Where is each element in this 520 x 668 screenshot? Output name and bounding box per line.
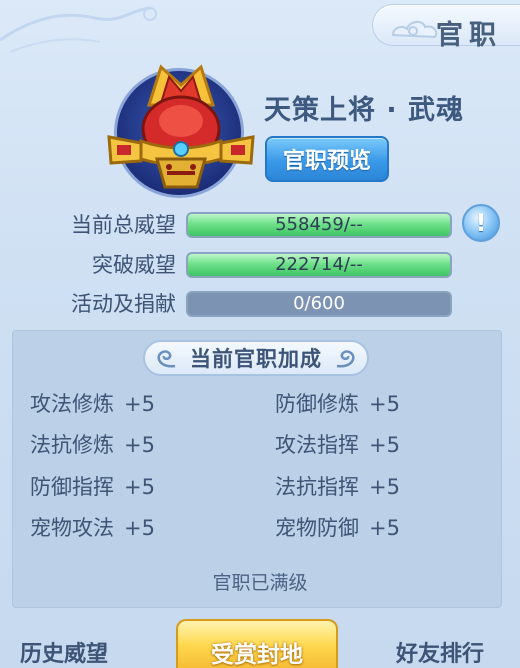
bonus-item: 防御修炼 +5: [275, 388, 400, 418]
bonus-name: 防御指挥: [30, 475, 114, 499]
bonus-title: 当前官职加成: [190, 347, 322, 371]
bonus-item: 宠物防御 +5: [275, 512, 400, 542]
stat-row-total-prestige: 当前总威望 558459/--: [0, 210, 520, 240]
bonus-name: 法抗修炼: [30, 433, 114, 457]
bonus-value: +5: [124, 392, 155, 416]
bonus-value: +5: [369, 392, 400, 416]
swirl-right-icon: [336, 350, 355, 368]
bonus-item: 法抗指挥 +5: [275, 471, 400, 501]
bonus-name: 法抗指挥: [275, 475, 359, 499]
stat-label: 突破威望: [92, 253, 176, 277]
tab-friend-ranking[interactable]: 好友排行: [396, 636, 484, 668]
bonus-header: 当前官职加成: [143, 340, 369, 376]
bonus-item: 防御指挥 +5: [30, 471, 155, 501]
bonus-value: +5: [369, 433, 400, 457]
progress-bar-activity-donation: 0/600: [186, 291, 452, 317]
bonus-name: 宠物防御: [275, 516, 359, 540]
max-level-status: 官职已满级: [212, 572, 308, 594]
bonus-name: 宠物攻法: [30, 516, 114, 540]
bonus-item: 法抗修炼 +5: [30, 429, 155, 459]
rank-preview-button[interactable]: 官职预览: [265, 136, 389, 182]
helmet-icon: [107, 64, 255, 189]
page-title: 官职: [436, 20, 502, 51]
bonus-item: 宠物攻法 +5: [30, 512, 155, 542]
bonus-value: +5: [124, 433, 155, 457]
tab-history-prestige[interactable]: 历史威望: [20, 636, 108, 668]
rank-name: 天策上将 · 武魂: [264, 95, 465, 126]
progress-value: 558459/--: [275, 214, 363, 235]
stat-label: 当前总威望: [71, 213, 176, 237]
bonus-value: +5: [369, 516, 400, 540]
progress-bar-total-prestige: 558459/--: [186, 212, 452, 238]
bonus-value: +5: [369, 475, 400, 499]
stat-row-breakthrough-prestige: 突破威望 222714/--: [0, 250, 520, 280]
bonus-name: 攻法修炼: [30, 392, 114, 416]
cloud-icon: [391, 21, 438, 39]
stat-row-activity-donation: 活动及捐献 0/600: [0, 289, 520, 319]
progress-value: 222714/--: [275, 254, 363, 275]
tab-reward-fief[interactable]: 受赏封地: [176, 619, 338, 668]
stat-label: 活动及捐献: [71, 292, 176, 316]
bonus-value: +5: [124, 516, 155, 540]
info-button[interactable]: !: [462, 204, 500, 242]
swirl-left-icon: [157, 350, 176, 368]
bonus-name: 防御修炼: [275, 392, 359, 416]
progress-bar-breakthrough-prestige: 222714/--: [186, 252, 452, 278]
bonus-item: 攻法指挥 +5: [275, 429, 400, 459]
rank-emblem: [107, 64, 255, 198]
bonus-name: 攻法指挥: [275, 433, 359, 457]
bonus-value: +5: [124, 475, 155, 499]
progress-value: 0/600: [293, 293, 345, 314]
header-tab: 官职: [372, 4, 520, 51]
bonus-item: 攻法修炼 +5: [30, 388, 155, 418]
